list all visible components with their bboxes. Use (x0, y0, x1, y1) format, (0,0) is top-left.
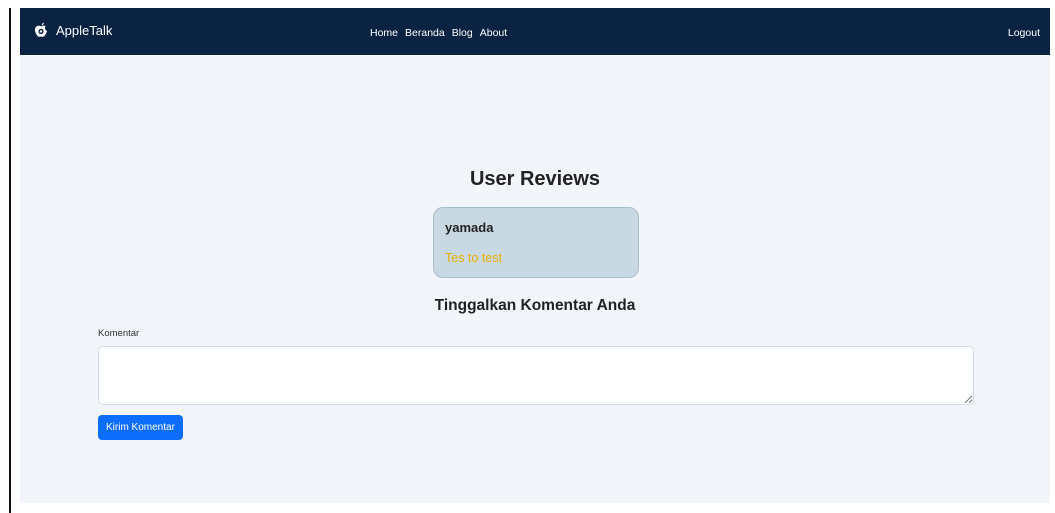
comment-form-title: Tinggalkan Komentar Anda (434, 297, 636, 314)
nav-link-beranda[interactable]: Beranda (405, 27, 445, 39)
page-frame: AppleTalk Home Beranda Blog About Logout… (20, 8, 1050, 503)
reviews-title: User Reviews (469, 168, 601, 190)
comment-textarea[interactable] (98, 346, 974, 405)
logout-link[interactable]: Logout (1008, 27, 1040, 39)
window-left-border (9, 8, 11, 513)
review-card: yamada Tes to test (433, 207, 639, 278)
review-username: yamada (445, 220, 494, 235)
apple-icon (34, 22, 48, 38)
comment-label: Komentar (98, 328, 140, 339)
brand-link[interactable]: AppleTalk (34, 22, 112, 38)
nav-link-home[interactable]: Home (370, 27, 398, 39)
review-text: Tes to test (445, 251, 502, 265)
nav-links: Home Beranda Blog About (370, 27, 507, 39)
nav-link-blog[interactable]: Blog (452, 27, 473, 39)
brand-name: AppleTalk (56, 22, 113, 38)
navbar: AppleTalk Home Beranda Blog About Logout (20, 8, 1050, 55)
submit-comment-button[interactable]: Kirim Komentar (98, 415, 183, 440)
nav-link-about[interactable]: About (480, 27, 507, 39)
